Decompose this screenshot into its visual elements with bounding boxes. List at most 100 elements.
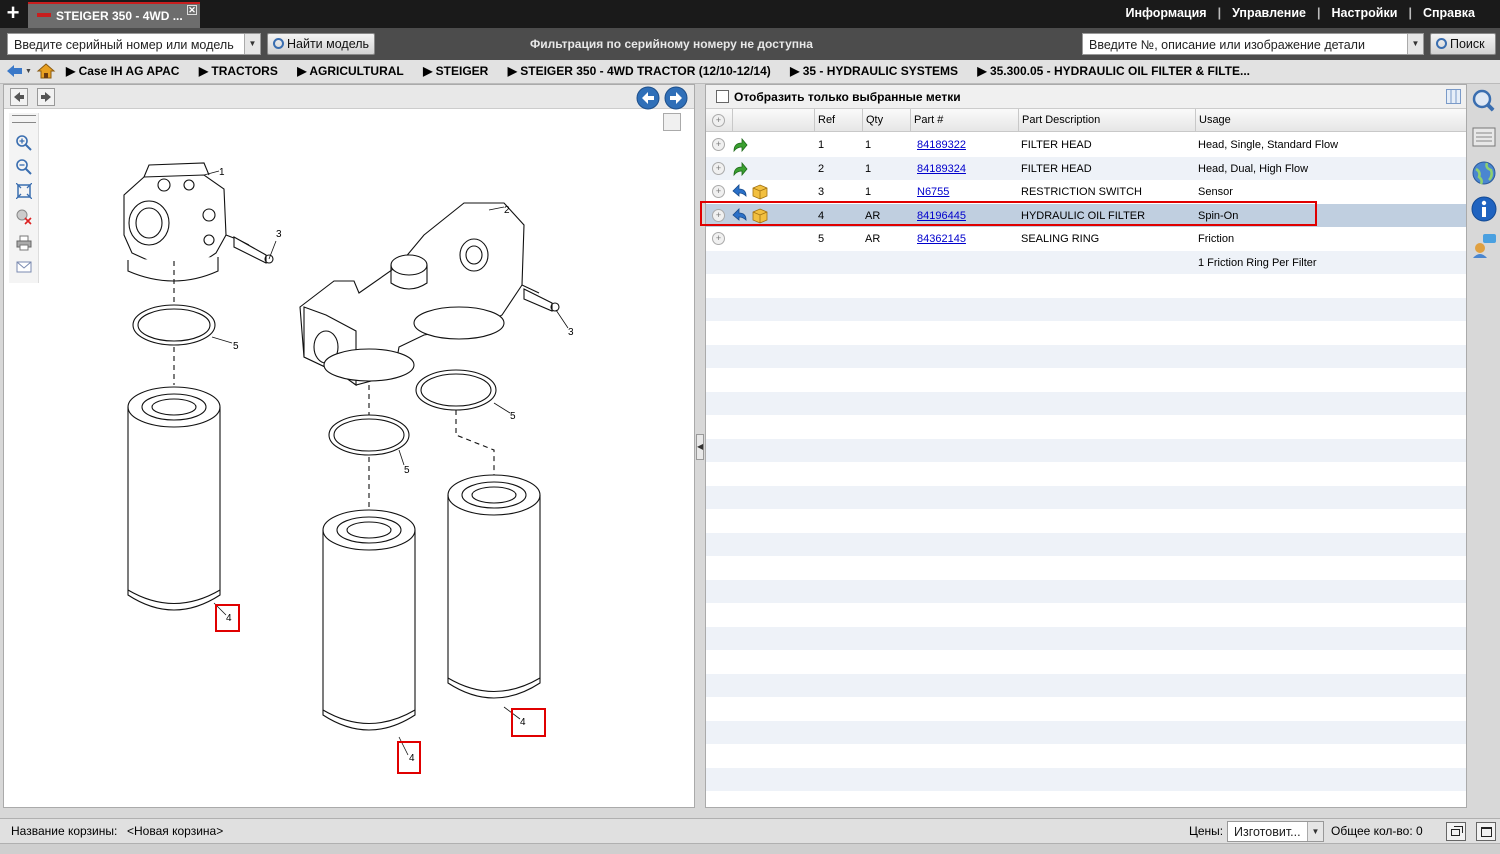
empty-row	[706, 579, 1466, 603]
col-description[interactable]: Part Description	[1018, 109, 1195, 132]
maximize-window-icon[interactable]	[1476, 822, 1496, 841]
home-icon[interactable]	[36, 63, 56, 79]
crumb-item[interactable]: ▶ STEIGER	[423, 64, 496, 78]
find-model-label: Найти модель	[287, 37, 370, 51]
arrow-green-icon[interactable]	[732, 161, 748, 177]
find-model-button[interactable]: Найти модель	[267, 33, 375, 55]
close-tab-icon[interactable]: ✕	[187, 5, 197, 15]
parts-panel: Отобразить только выбранные метки + Ref …	[700, 84, 1467, 808]
table-row[interactable]: +3 1 N6755 RESTRICTION SWITCH Sensor	[706, 180, 1466, 204]
new-tab-button[interactable]: +	[0, 0, 26, 28]
expand-row-icon[interactable]: +	[712, 185, 725, 198]
callout-4[interactable]: 4	[409, 753, 415, 764]
cell-qty: 1	[865, 186, 872, 198]
cell-ref: 1	[818, 139, 825, 151]
expand-row-icon[interactable]: +	[712, 138, 725, 151]
menu-manage[interactable]: Управление	[1221, 6, 1317, 20]
cell-usage: Sensor	[1198, 186, 1233, 198]
back-arrow-icon[interactable]	[5, 63, 25, 79]
chevron-down-icon[interactable]: ▼	[1407, 34, 1423, 54]
chevron-down-icon[interactable]: ▼	[244, 34, 260, 54]
user-support-icon[interactable]	[1471, 232, 1497, 258]
empty-row	[706, 650, 1466, 674]
callout-4[interactable]: 4	[520, 717, 526, 728]
search-button[interactable]: Поиск	[1430, 33, 1496, 55]
menu-info[interactable]: Информация	[1114, 6, 1217, 20]
empty-row	[706, 415, 1466, 439]
cell-description: SEALING RING	[1021, 233, 1100, 245]
crumb-item[interactable]: ▶ Case IH AG APAC	[66, 64, 187, 78]
restore-window-icon[interactable]	[1446, 822, 1466, 841]
basket-name[interactable]: <Новая корзина>	[127, 824, 223, 838]
tab-steiger[interactable]: STEIGER 350 - 4WD ... ✕	[28, 2, 200, 28]
serial-placeholder: Введите серийный номер или модель	[14, 38, 234, 52]
catalog-icon[interactable]	[1471, 124, 1497, 150]
callout-3[interactable]: 3	[568, 327, 574, 338]
expand-row-icon[interactable]: +	[712, 161, 725, 175]
serial-input[interactable]: Введите серийный номер или модель ▼	[7, 33, 261, 55]
empty-row	[706, 673, 1466, 697]
menu-help[interactable]: Справка	[1412, 6, 1486, 20]
arrow-green-icon[interactable]	[732, 137, 748, 153]
tab-title: STEIGER 350 - 4WD ...	[56, 9, 183, 23]
panel-splitter[interactable]: ◀	[695, 84, 705, 808]
empty-row	[706, 344, 1466, 368]
callout-3[interactable]: 3	[276, 229, 282, 240]
breadcrumb: ▼ ▶ Case IH AG APAC ▶ TRACTORS ▶ AGRICUL…	[0, 60, 1500, 84]
table-row[interactable]: 1 Friction Ring Per Filter	[706, 250, 1466, 274]
expand-row-icon[interactable]: +	[712, 232, 725, 245]
callout-5[interactable]: 5	[404, 465, 410, 476]
callout-5[interactable]: 5	[233, 341, 239, 352]
empty-row	[706, 697, 1466, 721]
cell-part-number[interactable]: 84362145	[917, 233, 966, 245]
col-ref[interactable]: Ref	[814, 109, 862, 132]
cell-usage: Head, Dual, High Flow	[1198, 162, 1309, 175]
cell-usage: Friction	[1198, 233, 1235, 245]
table-row[interactable]: +2 1 84189324 FILTER HEAD Head, Dual, High F…	[706, 156, 1466, 180]
show-selected-checkbox[interactable]	[716, 90, 729, 103]
part-search-placeholder: Введите №, описание или изображение дета…	[1089, 38, 1365, 52]
parts-table-header: + Ref Qty Part # Part Description Usage	[706, 109, 1466, 132]
cell-part-number[interactable]: N6755	[917, 186, 949, 198]
crumb-item[interactable]: ▶ 35 - HYDRAULIC SYSTEMS	[790, 64, 966, 78]
cell-qty: 1	[865, 162, 872, 175]
crumb-item[interactable]: ▶ 35.300.05 - HYDRAULIC OIL FILTER & FIL…	[977, 64, 1258, 78]
prices-select[interactable]: Изготовит... ▼	[1227, 821, 1324, 842]
globe-icon[interactable]	[1471, 160, 1497, 186]
search-bar: Введите серийный номер или модель ▼ Найт…	[0, 28, 1500, 60]
chevron-down-icon[interactable]: ▼	[1307, 822, 1323, 841]
table-row[interactable]: +1 1 84189322 FILTER HEAD Head, Single, Stan…	[706, 133, 1466, 157]
col-qty[interactable]: Qty	[862, 109, 910, 132]
collapse-handle-icon[interactable]: ◀	[696, 434, 704, 460]
arrow-blue-icon[interactable]	[732, 184, 748, 200]
callout-highlight	[511, 708, 546, 737]
empty-row	[706, 532, 1466, 556]
col-part[interactable]: Part #	[910, 109, 1018, 132]
cell-ref: 3	[818, 186, 825, 198]
callout-1[interactable]: 1	[219, 167, 225, 178]
callout-2[interactable]: 2	[504, 205, 510, 216]
col-usage[interactable]: Usage	[1195, 109, 1466, 132]
menu-settings[interactable]: Настройки	[1320, 6, 1408, 20]
callout-5[interactable]: 5	[510, 411, 516, 422]
callout-4[interactable]: 4	[226, 613, 232, 624]
columns-icon[interactable]	[1446, 89, 1461, 104]
cell-part-number[interactable]: 84189322	[917, 139, 966, 151]
info-icon[interactable]	[1471, 196, 1497, 222]
expand-all-icon[interactable]: +	[712, 114, 725, 127]
basket-label: Название корзины:	[11, 824, 118, 838]
box-icon[interactable]	[752, 184, 768, 200]
search-icon[interactable]	[1471, 88, 1497, 114]
empty-row	[706, 626, 1466, 650]
cell-part-number[interactable]: 84189324	[917, 163, 966, 175]
crumb-item[interactable]: ▶ TRACTORS	[199, 64, 286, 78]
table-row[interactable]: +5 AR 84362145 SEALING RING Friction	[706, 227, 1466, 251]
empty-row	[706, 274, 1466, 298]
cell-description: RESTRICTION SWITCH	[1021, 186, 1142, 198]
crumb-item[interactable]: ▶ STEIGER 350 - 4WD TRACTOR (12/10-12/14…	[508, 64, 779, 78]
bottom-strip	[0, 844, 1500, 854]
top-menu: Информация | Управление | Настройки | Справ…	[1114, 6, 1486, 20]
part-search-input[interactable]: Введите №, описание или изображение дета…	[1082, 33, 1424, 55]
crumb-item[interactable]: ▶ AGRICULTURAL	[297, 64, 412, 78]
chevron-down-icon[interactable]: ▼	[25, 68, 32, 75]
